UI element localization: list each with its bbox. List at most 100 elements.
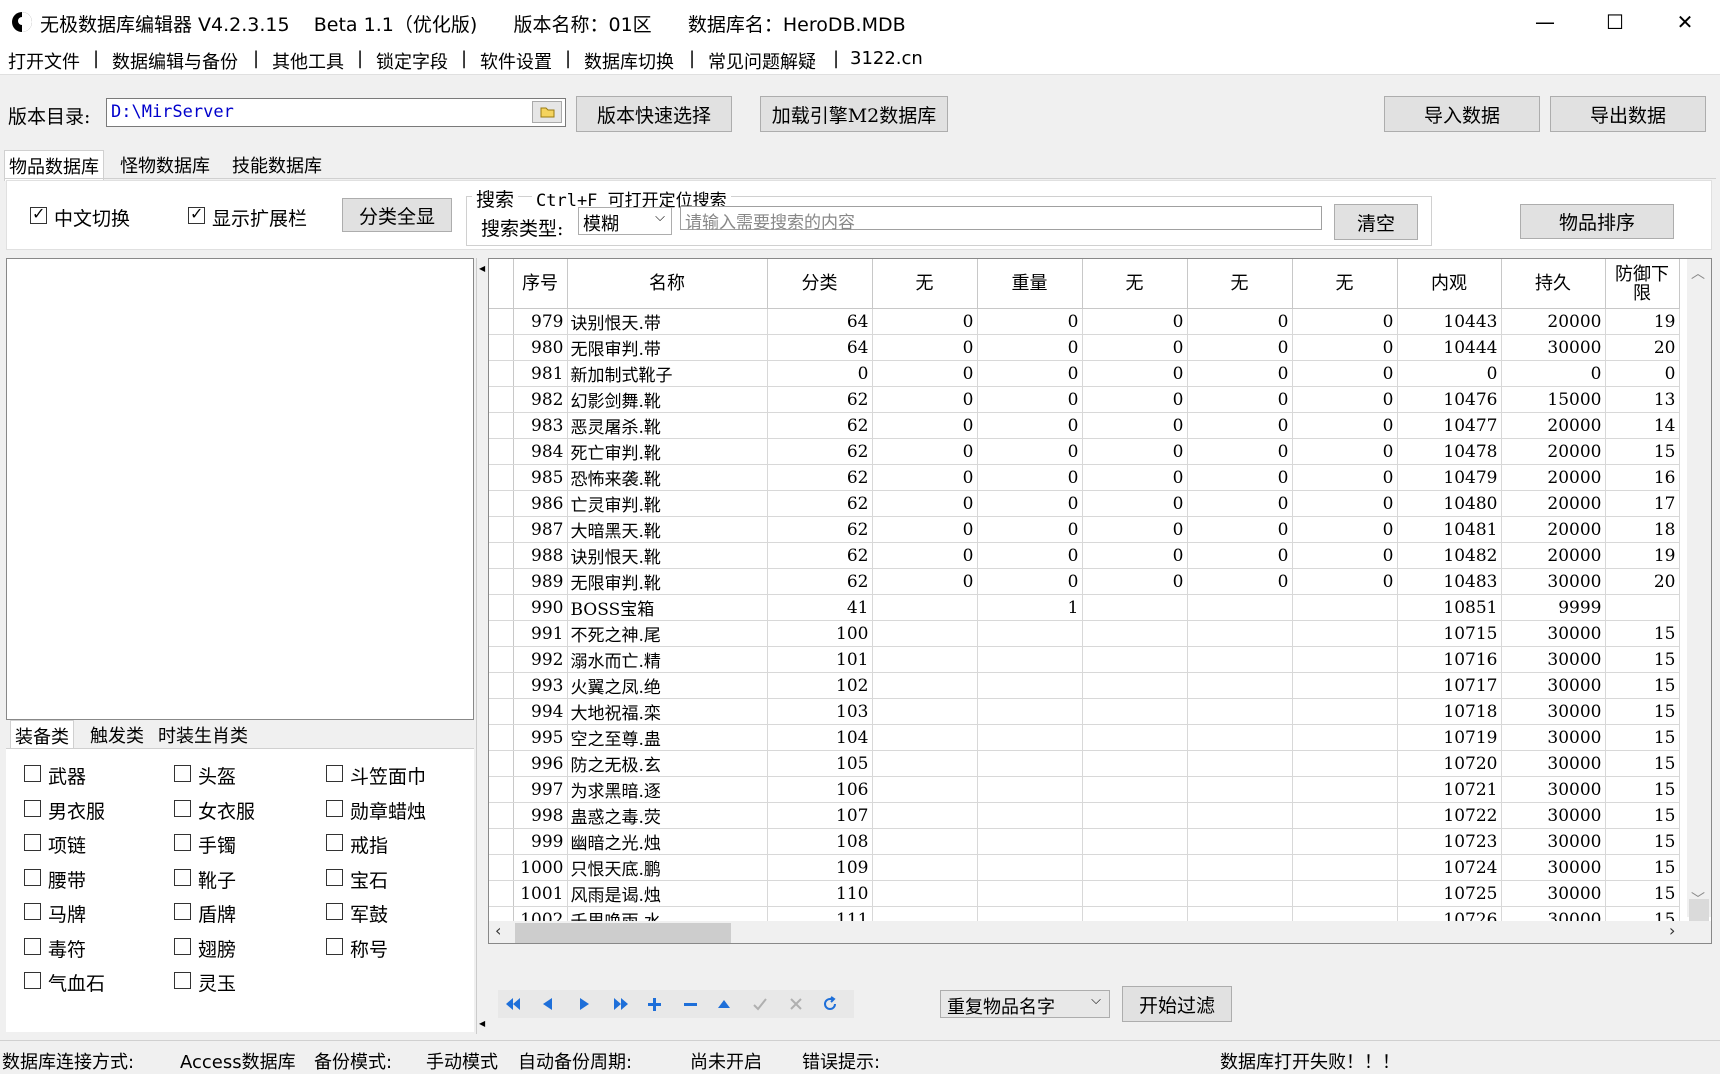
post-record-icon[interactable] xyxy=(752,996,768,1012)
table-cell[interactable]: 0 xyxy=(977,334,1083,361)
table-cell[interactable] xyxy=(872,802,978,829)
menu-edit-backup[interactable]: 数据编辑与备份 xyxy=(112,48,238,74)
table-cell[interactable]: 64 xyxy=(767,308,873,335)
splitter-handle[interactable]: ◀ ◀ xyxy=(476,258,486,1034)
table-cell[interactable]: 0 xyxy=(1292,308,1398,335)
table-cell[interactable] xyxy=(1292,750,1398,777)
category-checkbox[interactable] xyxy=(24,834,41,851)
table-cell[interactable]: 20000 xyxy=(1501,516,1606,543)
category-checkbox[interactable] xyxy=(174,834,191,851)
table-row[interactable]: 983 恶灵屠杀.靴 62 0 0 0 0 0 10477 20000 14 xyxy=(489,412,1680,439)
row-header[interactable] xyxy=(489,386,514,413)
table-cell[interactable]: 0 xyxy=(872,542,978,569)
table-cell[interactable]: 10480 xyxy=(1397,490,1502,517)
table-cell[interactable]: 0 xyxy=(872,412,978,439)
table-cell[interactable] xyxy=(1187,698,1293,725)
table-cell[interactable]: 64 xyxy=(767,334,873,361)
table-cell[interactable]: 10851 xyxy=(1397,594,1502,621)
table-cell[interactable]: 30000 xyxy=(1501,568,1606,595)
table-row[interactable]: 984 死亡审判.靴 62 0 0 0 0 0 10478 20000 15 xyxy=(489,438,1680,465)
table-cell[interactable]: 溺水而亡.精 xyxy=(567,646,768,673)
table-cell[interactable]: 62 xyxy=(767,412,873,439)
table-cell[interactable] xyxy=(1082,594,1188,621)
show-all-categories-button[interactable]: 分类全显 xyxy=(342,198,452,232)
row-header[interactable] xyxy=(489,542,514,569)
table-cell[interactable] xyxy=(1082,750,1188,777)
table-cell[interactable]: 10723 xyxy=(1397,828,1502,855)
table-cell[interactable]: 0 xyxy=(1292,360,1398,387)
table-cell[interactable]: 0 xyxy=(977,542,1083,569)
quick-select-button[interactable]: 版本快速选择 xyxy=(576,96,732,132)
table-cell[interactable]: 15 xyxy=(1605,776,1680,803)
table-cell[interactable]: 0 xyxy=(872,360,978,387)
last-record-icon[interactable] xyxy=(610,996,630,1012)
table-cell[interactable]: 990 xyxy=(513,594,568,621)
menu-other-tools[interactable]: 其他工具 xyxy=(272,48,344,74)
table-cell[interactable]: 0 xyxy=(872,334,978,361)
row-header[interactable] xyxy=(489,594,514,621)
category-checkbox[interactable] xyxy=(24,937,41,955)
tab-trigger[interactable]: 触发类 xyxy=(86,720,148,750)
table-cell[interactable]: 30000 xyxy=(1501,854,1606,881)
row-header[interactable] xyxy=(489,490,514,517)
table-cell[interactable]: 62 xyxy=(767,438,873,465)
table-cell[interactable]: 62 xyxy=(767,542,873,569)
table-cell[interactable]: 大地祝福.栾 xyxy=(567,698,768,725)
table-cell[interactable]: 0 xyxy=(1082,542,1188,569)
table-cell[interactable]: 0 xyxy=(1292,490,1398,517)
horizontal-scrollbar[interactable]: ‹ › xyxy=(489,921,1711,943)
table-cell[interactable]: 984 xyxy=(513,438,568,465)
table-cell[interactable]: 诀别恨天.带 xyxy=(567,308,768,335)
dir-input[interactable]: D:\MirServer xyxy=(106,98,566,127)
close-button[interactable]: ✕ xyxy=(1650,0,1720,45)
table-row[interactable]: 987 大暗黑天.靴 62 0 0 0 0 0 10481 20000 18 xyxy=(489,516,1680,543)
row-header[interactable] xyxy=(489,802,514,829)
edit-record-icon[interactable] xyxy=(716,996,732,1012)
next-record-icon[interactable] xyxy=(576,996,592,1012)
table-cell[interactable]: 0 xyxy=(1292,542,1398,569)
category-checkbox[interactable] xyxy=(326,937,343,955)
table-cell[interactable]: 20 xyxy=(1605,568,1680,595)
table-cell[interactable] xyxy=(977,620,1083,647)
table-row[interactable]: 996 防之无极.玄 105 10720 30000 15 xyxy=(489,750,1680,777)
table-cell[interactable]: 0 xyxy=(1082,360,1188,387)
table-cell[interactable]: 0 xyxy=(977,438,1083,465)
table-row[interactable]: 980 无限审判.带 64 0 0 0 0 0 10444 30000 20 xyxy=(489,334,1680,361)
menu-open-file[interactable]: 打开文件 xyxy=(8,48,80,74)
table-cell[interactable]: 20000 xyxy=(1501,412,1606,439)
table-cell[interactable] xyxy=(1292,802,1398,829)
table-row[interactable]: 991 不死之神.尾 100 10715 30000 15 xyxy=(489,620,1680,647)
table-cell[interactable]: 993 xyxy=(513,672,568,699)
table-cell[interactable]: 17 xyxy=(1605,490,1680,517)
table-cell[interactable] xyxy=(977,646,1083,673)
search-type-select[interactable]: 模糊 ⌵ xyxy=(578,207,672,235)
table-cell[interactable]: 989 xyxy=(513,568,568,595)
table-cell[interactable]: 103 xyxy=(767,698,873,725)
menu-settings[interactable]: 软件设置 xyxy=(480,48,552,74)
table-cell[interactable] xyxy=(1292,854,1398,881)
table-row[interactable]: 981 新加制式靴子 0 0 0 0 0 0 0 0 0 xyxy=(489,360,1680,387)
table-cell[interactable]: 0 xyxy=(1082,438,1188,465)
table-cell[interactable]: 983 xyxy=(513,412,568,439)
table-cell[interactable]: 20000 xyxy=(1501,464,1606,491)
category-checkbox[interactable] xyxy=(326,903,343,920)
table-cell[interactable]: 30000 xyxy=(1501,646,1606,673)
table-cell[interactable]: 0 xyxy=(1292,386,1398,413)
table-cell[interactable]: 16 xyxy=(1605,464,1680,491)
row-header[interactable] xyxy=(489,854,514,881)
table-cell[interactable]: 0 xyxy=(1187,464,1293,491)
table-cell[interactable]: 999 xyxy=(513,828,568,855)
column-header[interactable]: 持久 xyxy=(1501,259,1606,309)
menu-website-link[interactable]: 3122.cn xyxy=(850,48,923,69)
menu-db-switch[interactable]: 数据库切换 xyxy=(584,48,674,74)
table-cell[interactable]: 15 xyxy=(1605,724,1680,751)
table-cell[interactable] xyxy=(1082,802,1188,829)
table-cell[interactable]: 1001 xyxy=(513,880,568,907)
table-cell[interactable]: 1 xyxy=(977,594,1083,621)
delete-record-icon[interactable] xyxy=(682,996,698,1012)
table-cell[interactable] xyxy=(872,594,978,621)
insert-record-icon[interactable] xyxy=(646,996,662,1012)
table-cell[interactable] xyxy=(872,880,978,907)
table-cell[interactable]: 0 xyxy=(1501,360,1606,387)
browse-folder-button[interactable] xyxy=(532,101,562,123)
